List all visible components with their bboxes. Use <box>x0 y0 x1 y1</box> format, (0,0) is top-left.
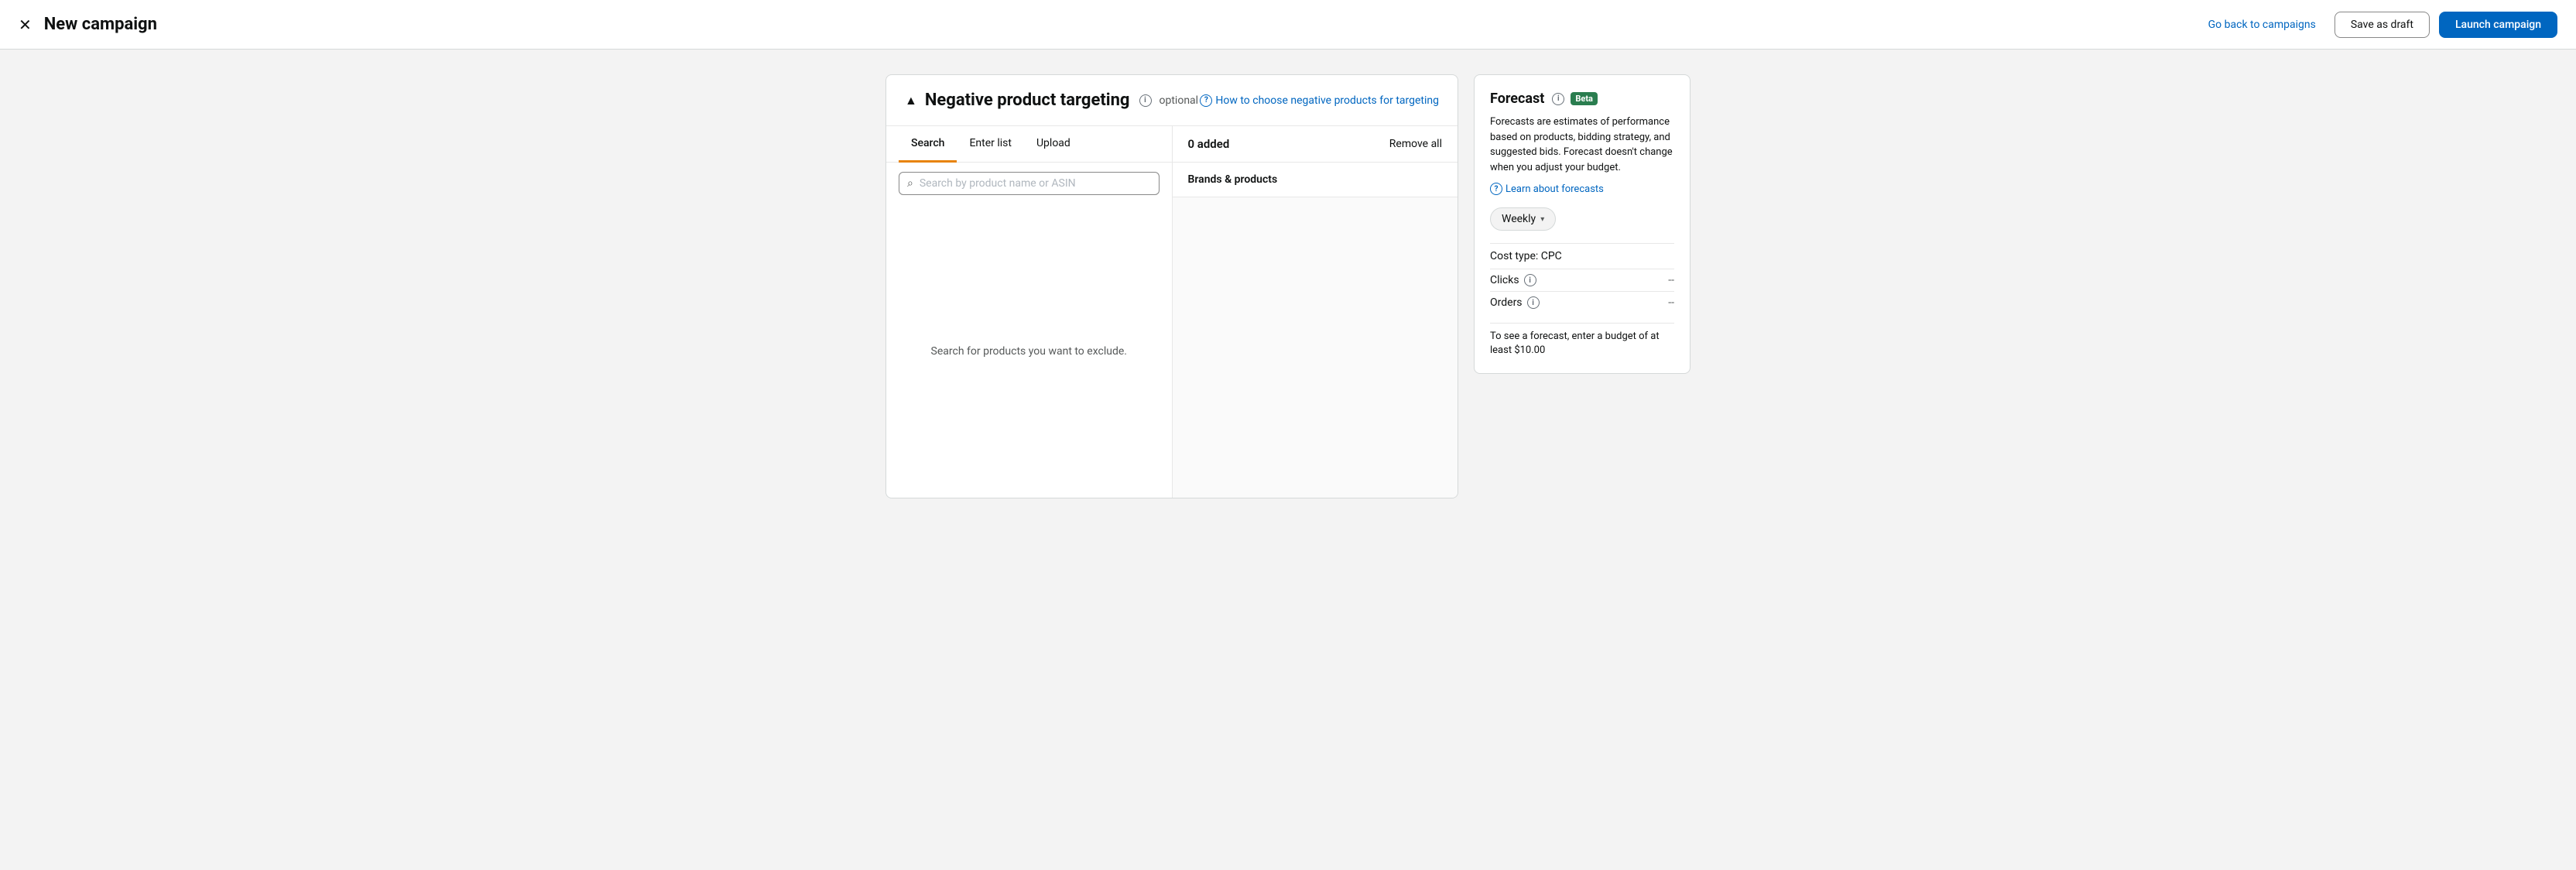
header: ✕ New campaign Go back to campaigns Save… <box>0 0 2576 50</box>
tab-upload[interactable]: Upload <box>1024 126 1083 163</box>
card-title-group: ▲ Negative product targeting i optional <box>905 91 1198 110</box>
search-container: ⌕ <box>886 163 1172 204</box>
forecast-card: Forecast i Beta Forecasts are estimates … <box>1474 74 1690 374</box>
right-panel-header: 0 added Remove all <box>1173 126 1458 163</box>
weekly-dropdown-button[interactable]: Weekly ▾ <box>1490 207 1556 231</box>
tab-search[interactable]: Search <box>899 126 957 163</box>
orders-row: Orders i -- <box>1490 291 1674 313</box>
brands-title: Brands & products <box>1188 173 1278 186</box>
tab-enter-list[interactable]: Enter list <box>957 126 1024 163</box>
help-link-text: How to choose negative products for targ… <box>1215 94 1439 107</box>
optional-label: optional <box>1160 94 1199 107</box>
learn-forecasts-link[interactable]: ? Learn about forecasts <box>1490 183 1674 195</box>
right-panel-empty <box>1173 197 1458 498</box>
orders-value: -- <box>1668 296 1674 309</box>
section-title: Negative product targeting <box>925 91 1130 110</box>
forecast-header: Forecast i Beta <box>1490 91 1674 107</box>
orders-info-icon[interactable]: i <box>1527 296 1540 309</box>
main-content: ▲ Negative product targeting i optional … <box>746 50 1830 523</box>
search-input-wrapper: ⌕ <box>899 172 1160 195</box>
added-count: 0 added <box>1188 137 1230 151</box>
learn-forecasts-label: Learn about forecasts <box>1506 183 1604 195</box>
remove-all-button[interactable]: Remove all <box>1389 138 1442 150</box>
brands-section: Brands & products <box>1173 163 1458 197</box>
clicks-value: -- <box>1668 274 1674 286</box>
search-input[interactable] <box>920 177 1151 190</box>
header-right: Go back to campaigns Save as draft Launc… <box>2199 12 2557 38</box>
title-info-icon[interactable]: i <box>1139 94 1152 107</box>
card-header: ▲ Negative product targeting i optional … <box>886 75 1458 126</box>
cost-type-label: Cost type: CPC <box>1490 250 1562 262</box>
weekly-label: Weekly <box>1502 213 1536 225</box>
clicks-label: Clicks i <box>1490 274 1536 286</box>
beta-badge: Beta <box>1571 92 1598 105</box>
forecast-title: Forecast <box>1490 91 1544 107</box>
collapse-icon[interactable]: ▲ <box>905 93 917 108</box>
learn-forecasts-help-icon: ? <box>1490 183 1502 195</box>
forecast-note: To see a forecast, enter a budget of at … <box>1490 323 1674 358</box>
launch-campaign-button[interactable]: Launch campaign <box>2439 12 2557 38</box>
tabs: Search Enter list Upload <box>886 126 1172 163</box>
orders-label: Orders i <box>1490 296 1540 309</box>
search-icon: ⌕ <box>907 177 913 190</box>
forecast-info-icon[interactable]: i <box>1552 93 1564 105</box>
targeting-card: ▲ Negative product targeting i optional … <box>886 74 1458 498</box>
forecast-description: Forecasts are estimates of performance b… <box>1490 115 1674 175</box>
help-link[interactable]: ? How to choose negative products for ta… <box>1200 94 1439 107</box>
right-panel: 0 added Remove all Brands & products <box>1173 126 1458 498</box>
chevron-down-icon: ▾ <box>1540 215 1544 224</box>
left-panel: Search Enter list Upload ⌕ Search for pr… <box>886 126 1173 498</box>
save-draft-button[interactable]: Save as draft <box>2334 12 2430 38</box>
header-left: ✕ New campaign <box>19 15 157 34</box>
page-title: New campaign <box>44 15 157 34</box>
search-empty-state: Search for products you want to exclude. <box>886 204 1172 498</box>
cost-type-row: Cost type: CPC <box>1490 243 1674 269</box>
clicks-info-icon[interactable]: i <box>1524 274 1536 286</box>
help-circle-icon: ? <box>1200 94 1212 107</box>
clicks-row: Clicks i -- <box>1490 269 1674 291</box>
card-body: Search Enter list Upload ⌕ Search for pr… <box>886 126 1458 498</box>
close-icon[interactable]: ✕ <box>19 17 32 33</box>
go-back-button[interactable]: Go back to campaigns <box>2199 12 2325 37</box>
